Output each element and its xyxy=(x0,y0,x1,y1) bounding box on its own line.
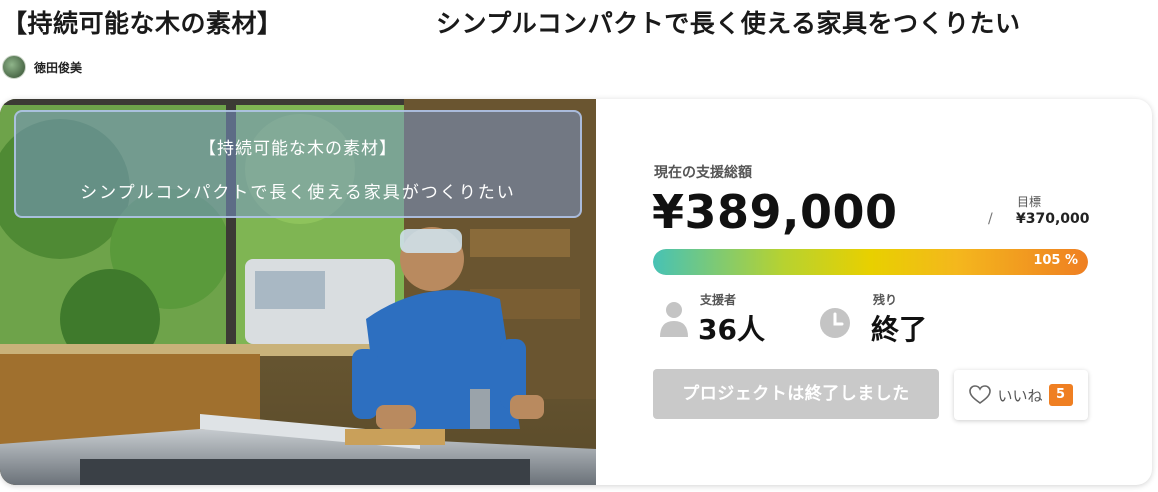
total-label: 現在の支援総額 xyxy=(654,165,752,181)
supporters-label: 支援者 xyxy=(700,293,737,307)
goal-amount: ¥370,000 xyxy=(1016,211,1090,227)
total-amount: ¥389,000 xyxy=(652,185,898,239)
funding-progress-bar: 105 % xyxy=(653,249,1088,275)
remaining-value: 終了 xyxy=(871,313,928,346)
like-count-badge: 5 xyxy=(1048,384,1073,406)
goal-separator: / xyxy=(988,211,993,227)
like-label: いいね xyxy=(997,386,1043,405)
avatar[interactable] xyxy=(2,55,26,79)
goal-label: 目標 xyxy=(1017,195,1042,209)
funding-panel: 現在の支援総額 ¥389,000 / 目標 ¥370,000 105 % 支援者… xyxy=(596,99,1152,485)
heart-icon xyxy=(969,385,992,404)
hero-caption-subtitle: シンプルコンパクトで長く使える家具がつくりたい xyxy=(80,183,516,203)
project-header: 【持続可能な木の素材】 シンプルコンパクトで長く使える家具をつくりたい xyxy=(0,0,1158,44)
hero-image: 【持続可能な木の素材】 シンプルコンパクトで長く使える家具がつくりたい xyxy=(0,99,596,485)
progress-percent: 105 % xyxy=(1033,253,1078,268)
like-button[interactable]: いいね 5 xyxy=(954,370,1088,420)
progress-fill xyxy=(653,249,1088,275)
supporters-value: 36人 xyxy=(698,313,765,346)
person-icon xyxy=(660,302,688,337)
remaining-label: 残り xyxy=(873,293,898,307)
owner-name[interactable]: 徳田俊美 xyxy=(34,59,82,76)
project-title: 【持続可能な木の素材】 xyxy=(2,9,283,38)
project-ended-button[interactable]: プロジェクトは終了しました xyxy=(653,369,939,419)
hero-caption-title: 【持続可能な木の素材】 xyxy=(199,139,397,159)
project-subtitle: シンプルコンパクトで長く使える家具をつくりたい xyxy=(436,9,1021,38)
project-owner[interactable]: 徳田俊美 xyxy=(2,54,82,80)
project-card: 【持続可能な木の素材】 シンプルコンパクトで長く使える家具がつくりたい 現在の支… xyxy=(0,99,1152,485)
clock-icon xyxy=(820,308,850,338)
hero-caption-overlay: 【持続可能な木の素材】 シンプルコンパクトで長く使える家具がつくりたい xyxy=(14,110,582,218)
